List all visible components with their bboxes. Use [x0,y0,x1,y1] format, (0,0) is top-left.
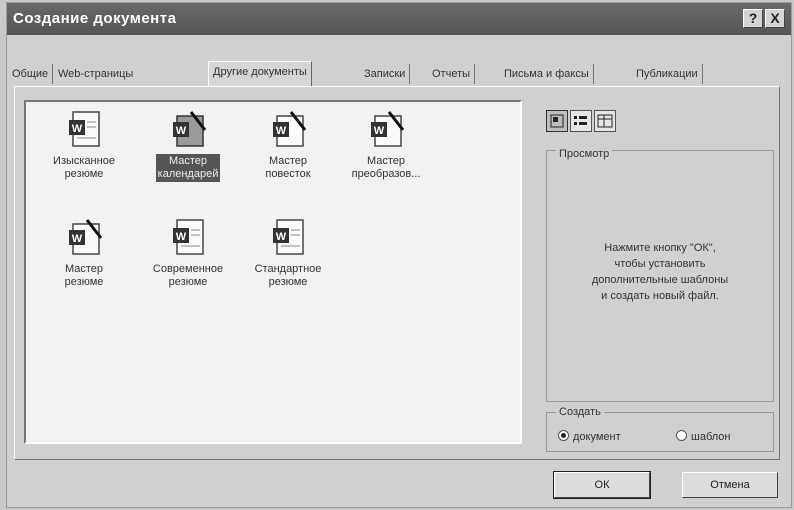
template-label: Мастер календарей [155,154,221,182]
svg-text:W: W [176,231,187,243]
tab-reports[interactable]: Отчеты [428,64,476,84]
template-list[interactable]: W Изысканное резюме W Мастер календарей W … [24,100,522,444]
large-icons-view-icon[interactable] [546,110,568,132]
wizard-icon: W [371,111,405,147]
tab-general[interactable]: Общие [8,64,54,84]
template-item-selected[interactable]: W Мастер календарей [138,110,238,182]
list-view-icon[interactable] [570,110,592,132]
template-label: Стандартное резюме [254,263,322,288]
document-icon: W [273,219,304,255]
radio-template[interactable]: шаблон [676,430,730,443]
template-label: Мастер повесток [265,155,311,180]
help-button[interactable]: ? [743,9,763,28]
wizard-icon: W [69,219,103,255]
create-label: Создать [556,406,604,418]
template-item[interactable]: W Современное резюме [138,218,238,290]
cancel-button[interactable]: Отмена [682,472,778,498]
tab-web-pages[interactable]: Web-страницы [54,64,137,84]
preview-label: Просмотр [556,148,613,160]
close-button[interactable]: X [765,9,785,28]
tab-strip: Общие Web-страницы Другие документы Запи… [8,61,768,86]
svg-text:W: W [374,125,385,137]
template-label: Мастер преобразов... [351,155,421,180]
template-item[interactable]: W Мастер преобразов... [336,110,436,182]
svg-text:W: W [276,231,287,243]
svg-text:W: W [176,125,187,137]
radio-document[interactable]: документ [558,430,621,443]
template-item[interactable]: W Мастер повесток [238,110,338,182]
preview-message: Нажмите кнопку "ОК", чтобы установить до… [591,242,729,302]
template-item[interactable]: W Изысканное резюме [34,110,134,182]
template-label: Современное резюме [152,263,224,288]
radio-selected-icon [558,430,569,441]
svg-text:W: W [72,233,83,245]
details-view-icon[interactable] [594,110,616,132]
template-label: Мастер резюме [64,263,104,288]
tab-memos[interactable]: Записки [360,64,411,84]
svg-text:W: W [276,125,287,137]
radio-empty-icon [676,430,687,441]
document-icon: W [173,219,204,255]
title-bar[interactable]: Создание документа ? X [7,3,791,35]
tab-publications[interactable]: Публикации [632,64,703,84]
ok-button[interactable]: ОК [553,471,651,499]
svg-text:W: W [72,123,83,135]
tab-letters-faxes[interactable]: Письма и факсы [500,64,594,84]
template-label: Изысканное резюме [53,155,115,180]
tab-other-documents[interactable]: Другие документы [208,61,312,86]
wizard-icon: W [173,111,207,147]
document-icon: W [69,111,100,147]
window-title: Создание документа [13,10,177,27]
wizard-icon: W [273,111,307,147]
template-item[interactable]: W Стандартное резюме [238,218,338,290]
template-item[interactable]: W Мастер резюме [34,218,134,290]
